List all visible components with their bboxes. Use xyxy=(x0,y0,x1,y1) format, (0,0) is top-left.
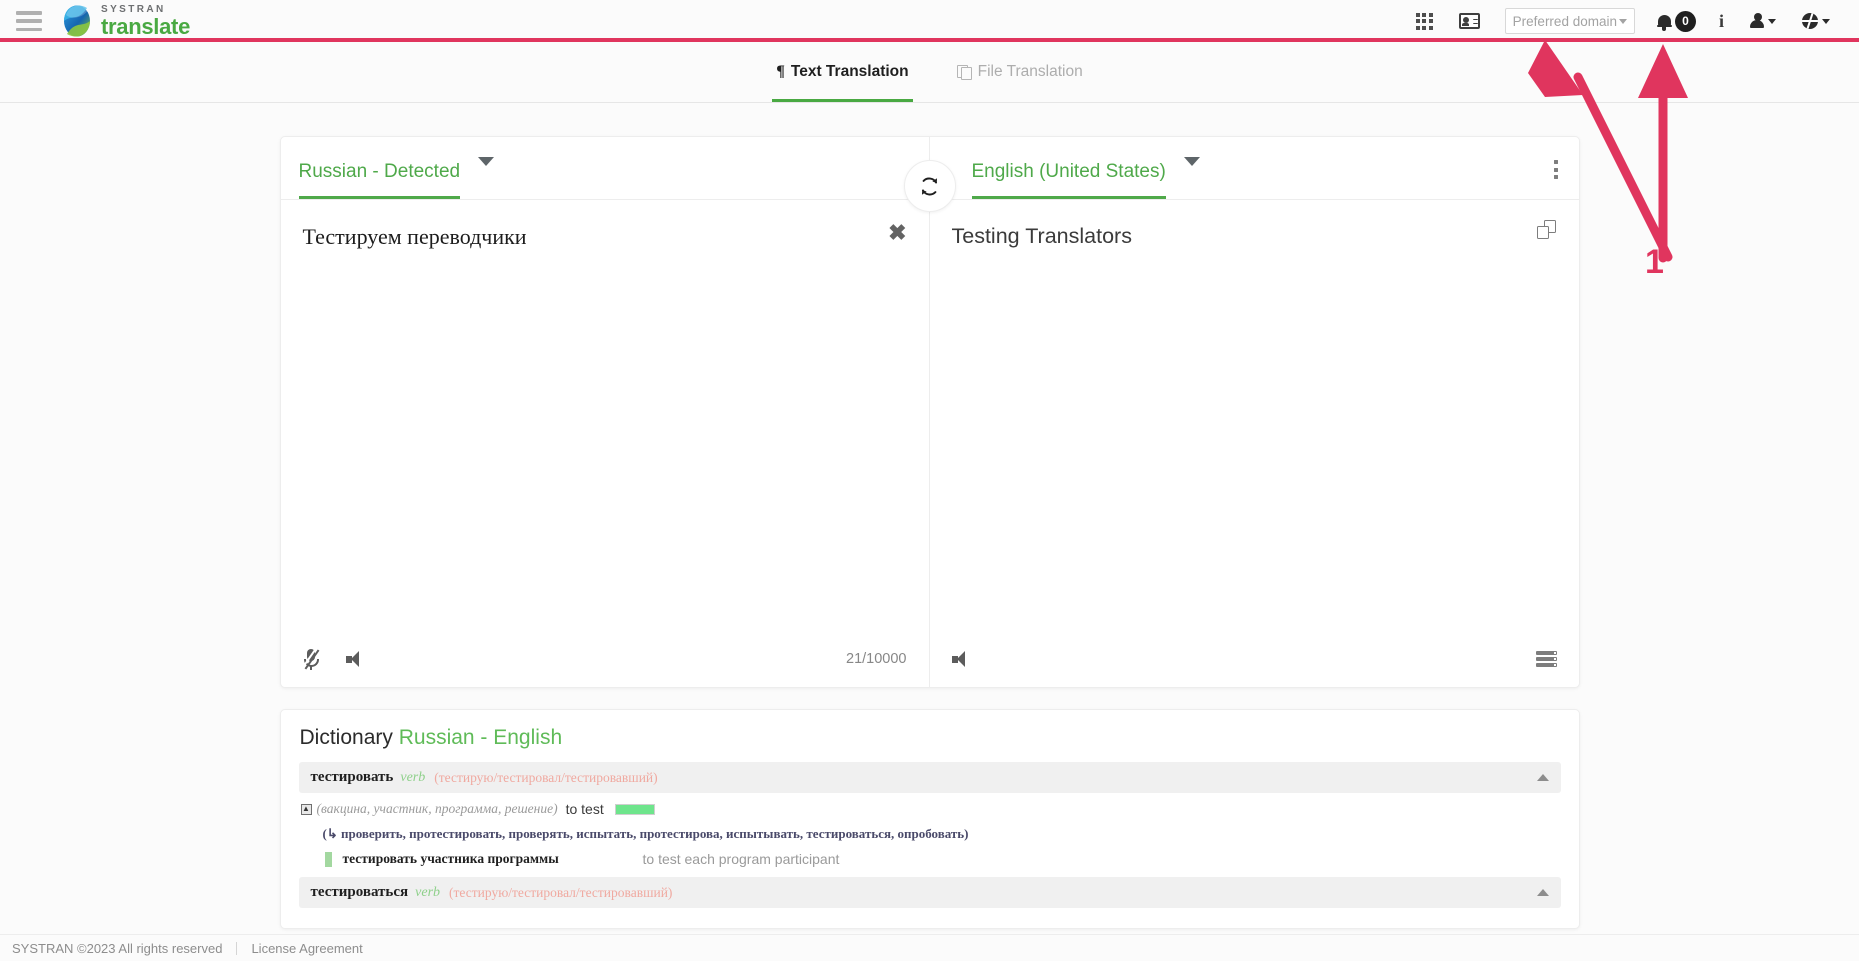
source-text-area[interactable]: Тестируем переводчики ✖ xyxy=(281,200,929,631)
footer-divider xyxy=(236,941,238,955)
dictionary-entry-body: ▲ (вакцина, участник, программа, решение… xyxy=(299,793,1561,867)
dictionary-entry-pos: verb xyxy=(400,769,426,785)
systran-translate-logo[interactable]: SYSTRAN translate xyxy=(60,3,191,39)
swap-languages-button[interactable] xyxy=(903,160,956,212)
source-pane-header: Russian - Detected xyxy=(280,137,929,200)
tab-text-translation-label: Text Translation xyxy=(790,63,909,80)
info-button[interactable]: i xyxy=(1706,2,1737,40)
translation-mode-tabs: ¶ Text Translation File Translation xyxy=(0,42,1859,103)
notification-count-badge: 0 xyxy=(1674,10,1696,32)
dictionary-entry-forms: (тестирую/тестировал/тестировавший) xyxy=(434,769,658,785)
microphone-muted-icon[interactable] xyxy=(303,648,320,670)
page-footer: SYSTRAN ©2023 All rights reserved Licens… xyxy=(0,934,1859,961)
top-bar-actions: Preferred domain 0 i xyxy=(1403,0,1843,42)
chevron-up-icon[interactable] xyxy=(1536,774,1549,781)
clear-x-icon[interactable]: ✖ xyxy=(888,222,906,244)
tab-file-translation-label: File Translation xyxy=(977,63,1083,80)
swap-languages-icon xyxy=(921,177,938,195)
dictionary-example-target: to test each program participant xyxy=(642,851,840,867)
preferred-domain-label: Preferred domain xyxy=(1512,13,1617,29)
dictionary-sense-context: (вакцина, участник, программа, решение) xyxy=(316,801,558,816)
dictionary-entry-word: тестироваться xyxy=(310,884,409,900)
target-speaker-icon[interactable] xyxy=(951,651,971,667)
content-container: Russian - Detected Тестируем переводчики… xyxy=(279,103,1580,929)
dictionary-example-source: тестировать участника программы xyxy=(342,851,559,866)
translation-card: Russian - Detected Тестируем переводчики… xyxy=(279,136,1580,688)
source-language-selector[interactable]: Russian - Detected xyxy=(298,137,461,199)
target-language-selector[interactable]: English (United States) xyxy=(971,137,1166,199)
target-pane-footer xyxy=(930,631,1579,687)
copyright-text: SYSTRAN ©2023 All rights reserved xyxy=(12,940,223,956)
bell-icon xyxy=(1656,13,1672,31)
dictionary-title: Dictionary Russian - English xyxy=(300,726,1561,750)
target-pane-header: English (United States) xyxy=(929,137,1579,200)
files-icon xyxy=(956,64,972,80)
tab-text-translation[interactable]: ¶ Text Translation xyxy=(772,42,913,102)
brand-systran-label: SYSTRAN xyxy=(101,3,166,15)
example-marker-icon xyxy=(324,851,332,867)
dictionary-entry-header[interactable]: тестировать verb (тестирую/тестировал/те… xyxy=(298,762,1561,793)
license-agreement-link[interactable]: License Agreement xyxy=(251,941,362,956)
source-pane-footer: 21/10000 xyxy=(281,631,929,687)
dictionary-entry-word: тестировать xyxy=(310,769,394,785)
dictionary-entry-forms: (тестирую/тестировал/тестировавший) xyxy=(449,884,673,900)
kebab-menu-icon[interactable] xyxy=(1550,156,1562,183)
top-navigation-bar: SYSTRAN translate Preferred domain 0 i xyxy=(0,0,1859,42)
dictionary-synonyms: (↳ проверить, протестировать, проверять,… xyxy=(322,826,969,841)
dictionary-example-row: тестировать участника программы to test … xyxy=(324,851,1561,867)
dictionary-entry-pos: verb xyxy=(415,884,441,900)
dictionary-sense-translation: to test xyxy=(565,801,604,817)
chevron-up-icon[interactable] xyxy=(1536,889,1549,896)
copy-icon[interactable] xyxy=(1536,220,1556,239)
brand-text-block: SYSTRAN translate xyxy=(101,3,191,39)
info-icon: i xyxy=(1718,10,1724,31)
globe-language-icon xyxy=(1802,13,1818,29)
dictionary-card: Dictionary Russian - English тестировать… xyxy=(279,709,1580,929)
dictionary-title-label: Dictionary xyxy=(299,726,393,749)
account-menu-button[interactable] xyxy=(1737,2,1789,40)
source-text[interactable]: Тестируем переводчики xyxy=(303,222,909,252)
notifications-button[interactable]: 0 xyxy=(1647,10,1706,32)
language-menu-button[interactable] xyxy=(1789,2,1843,40)
page-body: Russian - Detected Тестируем переводчики… xyxy=(0,103,1859,961)
character-counter: 21/10000 xyxy=(846,651,907,667)
expand-collapse-icon[interactable]: ▲ xyxy=(300,803,312,815)
systran-globe-icon xyxy=(64,5,90,37)
contact-card-button[interactable] xyxy=(1446,2,1493,40)
source-pane: Russian - Detected Тестируем переводчики… xyxy=(280,137,930,687)
green-confidence-bar xyxy=(614,803,655,815)
translated-text: Testing Translators xyxy=(951,224,1132,248)
dictionary-language-pair: Russian - English xyxy=(398,726,563,749)
hamburger-bar xyxy=(16,11,42,15)
target-language-label: English (United States) xyxy=(971,162,1166,199)
dictionary-entry-header[interactable]: тестироваться verb (тестирую/тестировал/… xyxy=(298,877,1561,908)
alignment-icon[interactable] xyxy=(1535,651,1557,667)
tab-file-translation[interactable]: File Translation xyxy=(953,42,1087,102)
chevron-down-icon xyxy=(1618,18,1627,24)
hamburger-menu-icon[interactable] xyxy=(16,11,42,31)
source-language-chevron-down-icon[interactable] xyxy=(478,156,495,166)
annotation-step-number: 1 xyxy=(1645,243,1664,281)
hamburger-bar xyxy=(16,19,42,23)
target-pane: English (United States) Testing Translat… xyxy=(929,137,1579,687)
preferred-domain-dropdown[interactable]: Preferred domain xyxy=(1504,8,1635,34)
target-language-chevron-down-icon[interactable] xyxy=(1183,156,1200,166)
source-speaker-icon[interactable] xyxy=(345,651,365,667)
chevron-down-icon xyxy=(1822,18,1830,24)
source-language-label: Russian - Detected xyxy=(298,162,461,199)
target-text-area: Testing Translators xyxy=(930,200,1579,631)
brand-translate-label: translate xyxy=(101,13,191,39)
contact-card-icon xyxy=(1458,13,1480,29)
dictionary-sense-line: ▲ (вакцина, участник, программа, решение… xyxy=(300,801,1561,817)
chevron-down-icon xyxy=(1768,18,1776,24)
hamburger-bar xyxy=(16,27,42,31)
apps-grid-button[interactable] xyxy=(1403,2,1446,40)
grid-apps-icon xyxy=(1415,12,1433,30)
user-account-icon xyxy=(1750,13,1764,29)
pilcrow-icon: ¶ xyxy=(776,63,785,80)
